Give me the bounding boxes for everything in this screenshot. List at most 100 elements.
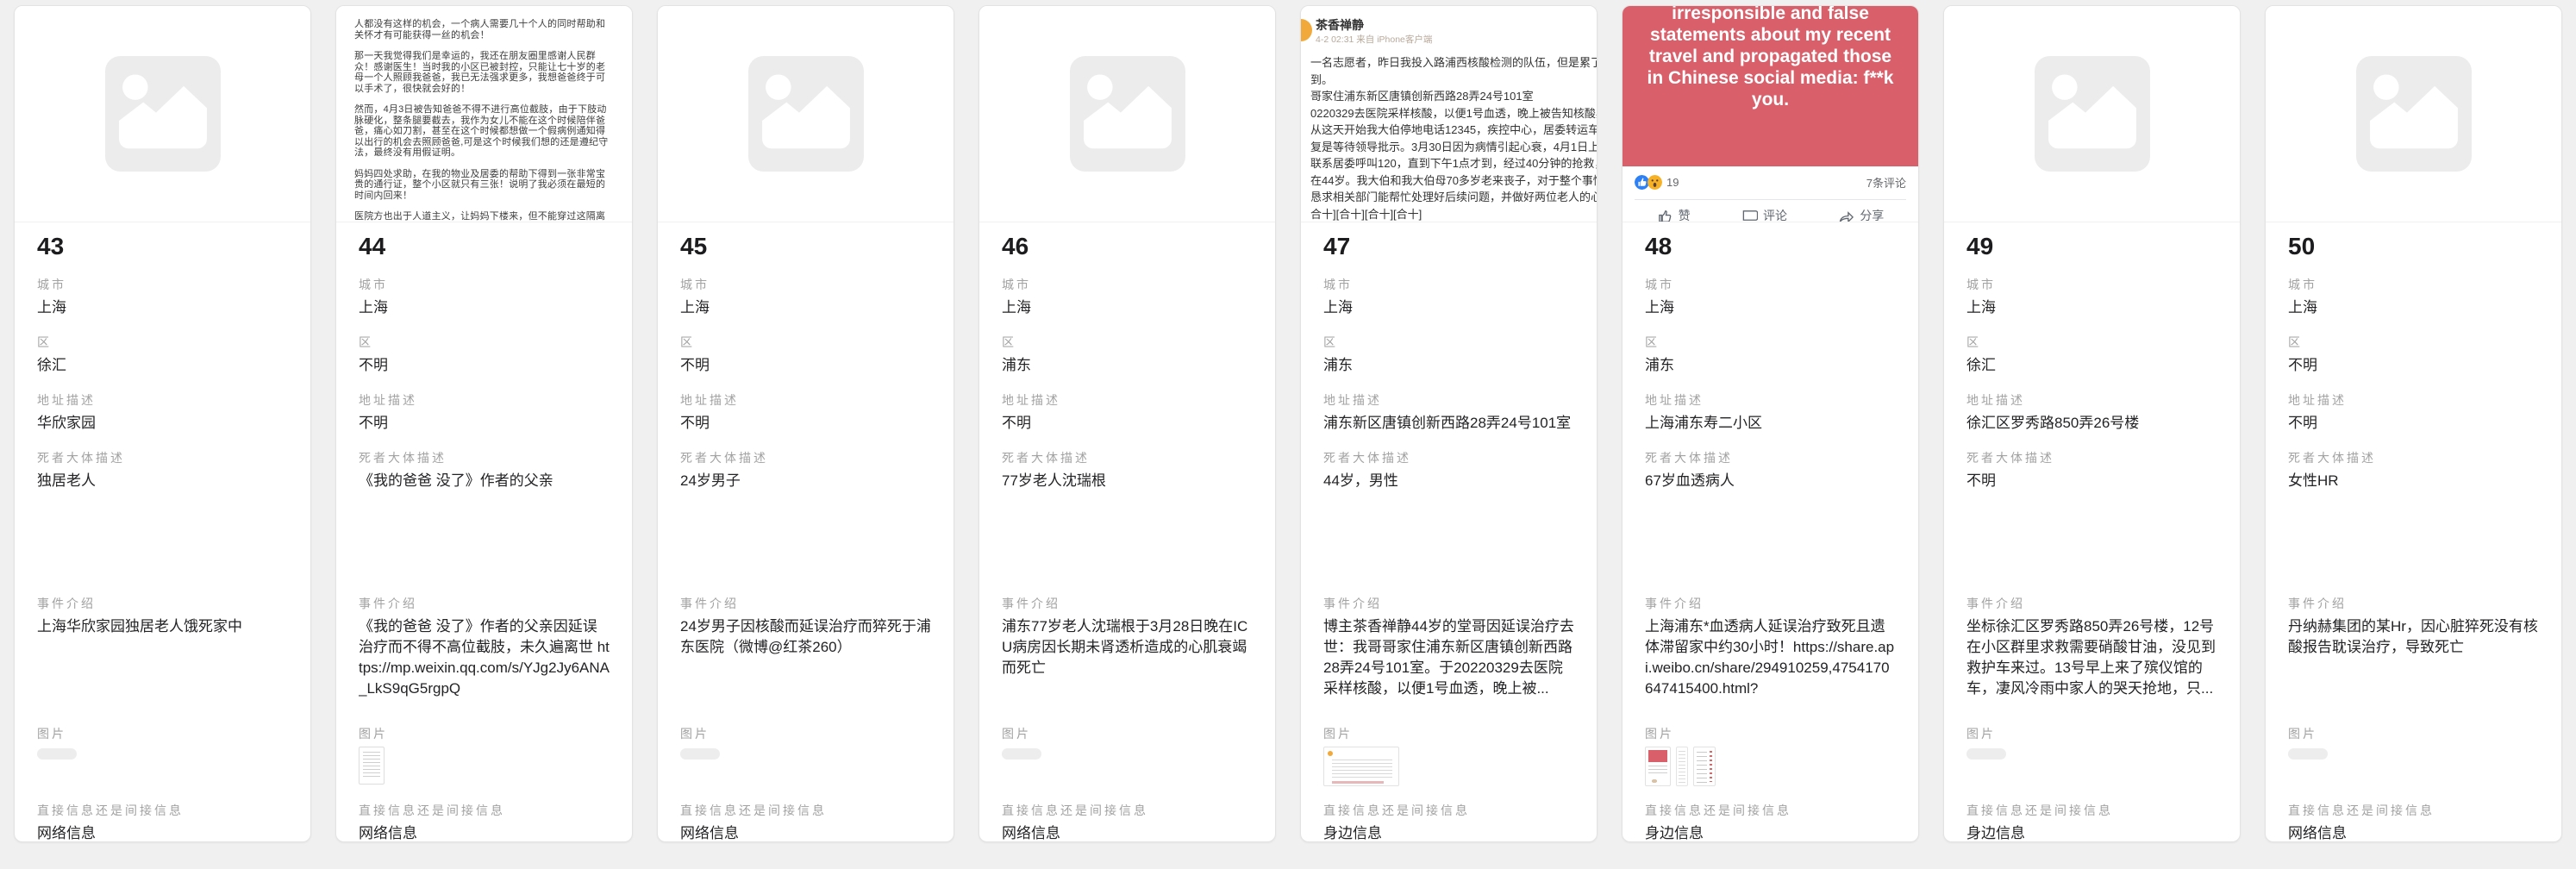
- field-label-city: 城市: [1645, 278, 1896, 292]
- facebook-action-label: 评论: [1763, 207, 1787, 222]
- field-event: 事件介绍 坐标徐汇区罗秀路850弄26号楼，12号在小区群里求救需要硝酸甘油，没…: [1966, 597, 2217, 710]
- field-value-address: 不明: [2288, 413, 2539, 434]
- card-body: 49 城市 上海 区 徐汇 地址描述 徐汇区罗秀路850弄26号楼 死者大体描述…: [1944, 222, 2240, 842]
- field-district: 区 不明: [680, 335, 931, 376]
- facebook-action-label: 赞: [1679, 207, 1691, 222]
- field-source: 直接信息还是间接信息 网络信息: [2288, 803, 2539, 842]
- field-label-event: 事件介绍: [1323, 597, 1574, 611]
- field-value-deceased: 不明: [1966, 471, 2217, 579]
- record-card[interactable]: 人都没有这样的机会，一个病人需要几十个人的同时帮助和关怀才有可能获得一丝的机会！…: [335, 5, 633, 842]
- field-value-city: 上海: [1966, 297, 2217, 318]
- weibo-body-line: 联系居委呼叫120，直到下午1点才到，经过40分钟的抢救，我哥的生命: [1310, 155, 1597, 172]
- field-city: 城市 上海: [1323, 278, 1574, 318]
- field-deceased: 死者大体描述 24岁男子: [680, 451, 931, 579]
- share-icon: [1838, 208, 1854, 223]
- field-label-address: 地址描述: [1645, 393, 1896, 408]
- card-body: 45 城市 上海 区 不明 地址描述 不明 死者大体描述 24岁男子 事件介绍 …: [658, 222, 953, 842]
- card-cover: irresponsible and false statements about…: [1623, 6, 1918, 222]
- field-district: 区 徐汇: [37, 335, 288, 376]
- field-event: 事件介绍 上海浦东*血透病人延误治疗致死且遗体滞留家中约30小时！https:/…: [1645, 597, 1896, 710]
- field-city: 城市 上海: [1645, 278, 1896, 318]
- record-card[interactable]: 43 城市 上海 区 徐汇 地址描述 华欣家园 死者大体描述 独居老人 事件介绍…: [14, 5, 311, 842]
- field-label-district: 区: [37, 335, 288, 350]
- field-address: 地址描述 浦东新区唐镇创新西路28弄24号101室: [1323, 393, 1574, 434]
- field-value-city: 上海: [1002, 297, 1253, 318]
- field-value-source: 身边信息: [1966, 823, 2217, 842]
- comment-icon: [1741, 208, 1758, 223]
- field-value-deceased: 女性HR: [2288, 471, 2539, 579]
- field-city: 城市 上海: [2288, 278, 2539, 318]
- card-body: 44 城市 上海 区 不明 地址描述 不明 死者大体描述 《我的爸爸 没了》作者…: [336, 222, 632, 842]
- field-label-address: 地址描述: [37, 393, 288, 408]
- field-label-address: 地址描述: [680, 393, 931, 408]
- field-value-district: 不明: [359, 355, 610, 376]
- field-value-address: 不明: [1002, 413, 1253, 434]
- image-thumbnail-row: [2288, 747, 2539, 786]
- field-value-district: 不明: [680, 355, 931, 376]
- record-card[interactable]: 茶香禅静 4-2 02:31 来自 iPhone客户端 一名志愿者，昨日我投入路…: [1300, 5, 1597, 842]
- field-label-image: 图片: [2288, 727, 2539, 741]
- card-cover: [15, 6, 310, 222]
- field-value-source: 网络信息: [680, 823, 931, 842]
- image-placeholder-icon: [2035, 56, 2150, 172]
- image-thumbnail: [1966, 748, 2006, 760]
- field-value-district: 浦东: [1323, 355, 1574, 376]
- field-label-deceased: 死者大体描述: [680, 451, 931, 466]
- card-cover-article: 人都没有这样的机会，一个病人需要几十个人的同时帮助和关怀才有可能获得一丝的机会！…: [336, 6, 632, 222]
- field-value-deceased: 44岁，男性: [1323, 471, 1574, 579]
- card-cover: 茶香禅静 4-2 02:31 来自 iPhone客户端 一名志愿者，昨日我投入路…: [1301, 6, 1597, 222]
- image-thumbnail-row: [1323, 747, 1574, 786]
- gallery: 43 城市 上海 区 徐汇 地址描述 华欣家园 死者大体描述 独居老人 事件介绍…: [0, 0, 2576, 842]
- field-source: 直接信息还是间接信息 网络信息: [680, 803, 931, 842]
- facebook-action-row: 赞 评论 分享: [1623, 200, 1918, 222]
- card-number: 45: [680, 233, 931, 260]
- field-value-city: 上海: [359, 297, 610, 318]
- field-label-address: 地址描述: [1323, 393, 1574, 408]
- wow-reaction-icon: [1648, 175, 1662, 190]
- image-thumbnail: [1323, 747, 1399, 786]
- reaction-count: 19: [1666, 176, 1679, 189]
- card-number: 48: [1645, 233, 1896, 260]
- field-value-address: 华欣家园: [37, 413, 288, 434]
- facebook-action-label: 分享: [1860, 207, 1884, 222]
- field-value-deceased: 77岁老人沈瑞根: [1002, 471, 1253, 579]
- record-card[interactable]: irresponsible and false statements about…: [1622, 5, 1919, 842]
- field-label-image: 图片: [1966, 727, 2217, 741]
- field-label-image: 图片: [37, 727, 288, 741]
- card-cover: [979, 6, 1275, 222]
- record-card[interactable]: 45 城市 上海 区 不明 地址描述 不明 死者大体描述 24岁男子 事件介绍 …: [657, 5, 954, 842]
- card-number: 47: [1323, 233, 1574, 260]
- record-card[interactable]: 50 城市 上海 区 不明 地址描述 不明 死者大体描述 女性HR 事件介绍 丹…: [2265, 5, 2562, 842]
- field-value-city: 上海: [1645, 297, 1896, 318]
- field-city: 城市 上海: [1966, 278, 2217, 318]
- card-cover: [658, 6, 953, 222]
- image-thumbnail: [1676, 747, 1688, 786]
- field-value-event: 浦东77岁老人沈瑞根于3月28日晚在ICU病房因长期未肾透析造成的心肌衰竭而死亡: [1002, 616, 1253, 710]
- weibo-body-line: 0220329去医院采样核酸，以便1号血透，晚上被告知核酸异样，等待转移: [1310, 105, 1597, 122]
- card-body: 47 城市 上海 区 浦东 地址描述 浦东新区唐镇创新西路28弄24号101室 …: [1301, 222, 1597, 842]
- field-district: 区 浦东: [1323, 335, 1574, 376]
- image-thumbnail-row: [37, 747, 288, 786]
- card-cover-placeholder: [15, 56, 310, 172]
- field-district: 区 不明: [359, 335, 610, 376]
- field-image: 图片: [1966, 727, 2217, 786]
- field-source: 直接信息还是间接信息 身边信息: [1323, 803, 1574, 842]
- card-cover: [1944, 6, 2240, 222]
- field-address: 地址描述 不明: [2288, 393, 2539, 434]
- field-label-city: 城市: [37, 278, 288, 292]
- facebook-reactions: [1635, 175, 1662, 190]
- field-deceased: 死者大体描述 不明: [1966, 451, 2217, 579]
- image-placeholder-icon: [748, 56, 864, 172]
- facebook-meta-row: 19 7条评论: [1623, 166, 1918, 191]
- field-label-event: 事件介绍: [1645, 597, 1896, 611]
- record-card[interactable]: 46 城市 上海 区 浦东 地址描述 不明 死者大体描述 77岁老人沈瑞根 事件…: [979, 5, 1276, 842]
- field-value-city: 上海: [680, 297, 931, 318]
- field-value-district: 不明: [2288, 355, 2539, 376]
- record-card[interactable]: 49 城市 上海 区 徐汇 地址描述 徐汇区罗秀路850弄26号楼 死者大体描述…: [1943, 5, 2241, 842]
- field-value-event: 丹纳赫集团的某Hr，因心脏猝死没有核酸报告耽误治疗，导致死亡: [2288, 616, 2539, 710]
- field-image: 图片: [1323, 727, 1574, 786]
- field-image: 图片: [359, 727, 610, 786]
- image-thumbnail: [1002, 748, 1041, 760]
- field-label-deceased: 死者大体描述: [1323, 451, 1574, 466]
- weibo-body-line: 哥家住浦东新区唐镇创新西路28弄24号101室: [1310, 88, 1597, 105]
